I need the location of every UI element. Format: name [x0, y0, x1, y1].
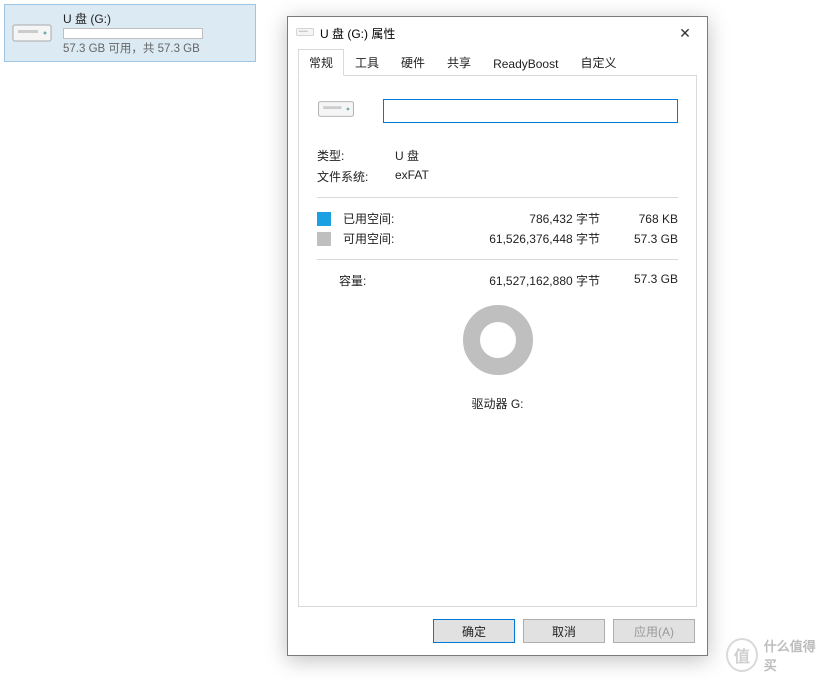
capacity-bytes: 61,527,162,880 字节 — [413, 272, 600, 289]
close-button[interactable]: ✕ — [663, 18, 707, 48]
drive-info: U 盘 (G:) 57.3 GB 可用，共 57.3 GB — [63, 10, 203, 56]
used-bytes: 786,432 字节 — [421, 210, 600, 227]
tab-general[interactable]: 常规 — [298, 49, 344, 76]
free-swatch — [317, 232, 331, 246]
capacity-label: 容量: — [317, 272, 405, 289]
titlebar[interactable]: U 盘 (G:) 属性 ✕ — [288, 17, 707, 49]
button-bar: 确定 取消 应用(A) — [288, 607, 707, 655]
used-size: 768 KB — [608, 212, 678, 226]
drive-name: U 盘 (G:) — [63, 10, 203, 27]
apply-button[interactable]: 应用(A) — [613, 619, 695, 643]
tab-custom[interactable]: 自定义 — [569, 49, 627, 76]
volume-label-input[interactable] — [383, 99, 678, 123]
divider — [317, 259, 678, 260]
drive-usage-bar — [63, 28, 203, 39]
usage-pie-chart — [463, 305, 533, 375]
dialog-title: U 盘 (G:) 属性 — [320, 25, 395, 42]
type-label: 类型: — [317, 147, 395, 164]
divider — [317, 197, 678, 198]
filesystem-value: exFAT — [395, 168, 429, 185]
tab-sharing[interactable]: 共享 — [436, 49, 482, 76]
used-label: 已用空间: — [343, 210, 413, 227]
tab-strip: 常规 工具 硬件 共享 ReadyBoost 自定义 — [288, 49, 707, 75]
used-swatch — [317, 212, 331, 226]
drive-letter-label: 驱动器 G: — [471, 395, 523, 412]
free-bytes: 61,526,376,448 字节 — [421, 230, 600, 247]
free-size: 57.3 GB — [608, 232, 678, 246]
watermark-text: 什么值得买 — [764, 636, 824, 674]
properties-dialog: U 盘 (G:) 属性 ✕ 常规 工具 硬件 共享 ReadyBoost 自定义… — [287, 16, 708, 656]
drive-tile[interactable]: U 盘 (G:) 57.3 GB 可用，共 57.3 GB — [4, 4, 256, 62]
type-value: U 盘 — [395, 147, 419, 164]
drive-icon — [11, 12, 53, 54]
watermark-icon: 值 — [726, 638, 758, 672]
tab-hardware[interactable]: 硬件 — [390, 49, 436, 76]
drive-icon — [317, 98, 355, 123]
ok-button[interactable]: 确定 — [433, 619, 515, 643]
drive-subtitle: 57.3 GB 可用，共 57.3 GB — [63, 40, 203, 56]
free-label: 可用空间: — [343, 230, 413, 247]
watermark: 值 什么值得买 — [726, 635, 824, 675]
filesystem-label: 文件系统: — [317, 168, 395, 185]
tab-tools[interactable]: 工具 — [344, 49, 390, 76]
tab-readyboost[interactable]: ReadyBoost — [482, 52, 569, 76]
capacity-size: 57.3 GB — [608, 272, 678, 289]
drive-icon — [296, 26, 314, 41]
close-icon: ✕ — [679, 25, 691, 42]
cancel-button[interactable]: 取消 — [523, 619, 605, 643]
tab-body: 类型: U 盘 文件系统: exFAT 已用空间: 786,432 字节 768… — [298, 75, 697, 607]
